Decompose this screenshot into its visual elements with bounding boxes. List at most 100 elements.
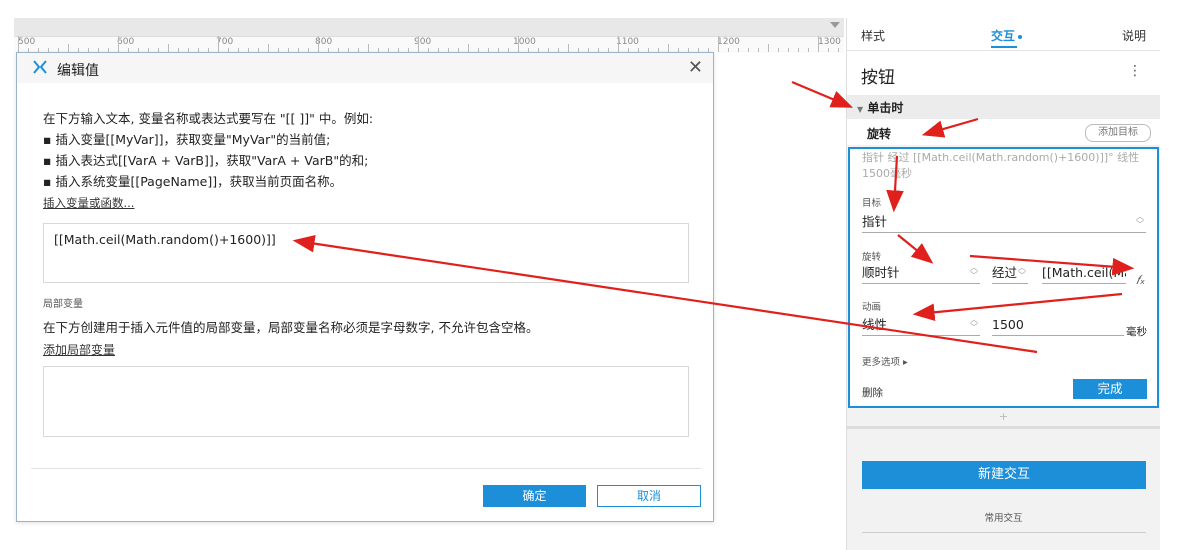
duration-input[interactable]: 1500 bbox=[992, 315, 1124, 336]
event-header[interactable]: ▼ 单击时 bbox=[847, 95, 1160, 119]
dialog-header: 编辑值 ✕ bbox=[17, 53, 713, 83]
panel-separator bbox=[847, 426, 1160, 429]
select-arrows-icon: ︿ ﹀ bbox=[970, 315, 978, 332]
ruler-tick-label: 1000 bbox=[513, 37, 536, 47]
common-interactions-divider bbox=[862, 532, 1146, 533]
right-inspector-panel: 样式 交互 说明 按钮 ⋮ ▼ 单击时 旋转 添加目标 指针 经过 [[Math… bbox=[846, 18, 1160, 550]
expression-input[interactable]: [[Math.ceil(Math.random()+1600)]] bbox=[43, 223, 689, 283]
local-vars-description: 在下方创建用于插入元件值的局部变量，局部变量名称必须是字母数字, 不允许包含空格… bbox=[43, 320, 539, 335]
ruler-tick bbox=[68, 44, 69, 52]
ruler-tick bbox=[728, 48, 729, 52]
ruler-top-bar bbox=[14, 18, 844, 36]
event-label: 单击时 bbox=[867, 101, 904, 115]
tab-interaction[interactable]: 交互 bbox=[991, 27, 1023, 44]
ruler-tick bbox=[518, 36, 519, 52]
panel-tabs: 样式 交互 说明 bbox=[847, 18, 1160, 51]
ruler-tick bbox=[368, 44, 369, 52]
ruler-tick-label: 900 bbox=[414, 37, 432, 47]
active-dot-icon bbox=[1018, 34, 1023, 39]
easing-select[interactable]: 线性 ︿ ﹀ bbox=[862, 315, 980, 336]
select-arrows-icon: ︿ ﹀ bbox=[1018, 263, 1026, 280]
ruler-tick bbox=[758, 48, 759, 52]
tab-style[interactable]: 样式 bbox=[861, 27, 885, 44]
angle-input[interactable]: [[Math.ceil(Math.random()+1600)]]° bbox=[1042, 263, 1126, 284]
ruler-tick-label: 1300 bbox=[818, 37, 841, 47]
target-select[interactable]: 指针 ︿ ﹀ bbox=[862, 212, 1146, 233]
select-arrows-icon: ︿ ﹀ bbox=[1136, 212, 1144, 229]
add-action-plus-icon[interactable]: + bbox=[847, 410, 1160, 426]
ruler-tick-label: 1100 bbox=[616, 37, 639, 47]
canvas-ruler: 500 600 700 800 900 1000 1100 1200 1300 bbox=[14, 18, 844, 53]
more-options-toggle[interactable]: 更多选项 ▸ bbox=[862, 354, 908, 368]
common-interactions-label: 常用交互 bbox=[984, 513, 1023, 524]
collapse-triangle-icon: ▼ bbox=[857, 105, 864, 114]
done-button[interactable]: 完成 bbox=[1073, 379, 1147, 399]
more-options-icon[interactable]: ⋮ bbox=[1128, 63, 1142, 79]
ruler-tick bbox=[268, 44, 269, 52]
target-label: 目标 bbox=[862, 198, 882, 209]
add-target-button[interactable]: 添加目标 bbox=[1085, 124, 1151, 142]
ruler-tick bbox=[168, 44, 169, 52]
direction-select[interactable]: 顺时针 ︿ ﹀ bbox=[862, 263, 980, 284]
ruler-tick bbox=[718, 36, 719, 52]
action-summary: 指针 经过 [[Math.ceil(Math.random()+1600)]]°… bbox=[862, 151, 1140, 180]
event-title: ▼ 单击时 bbox=[857, 99, 903, 116]
ruler-tick bbox=[838, 48, 839, 52]
new-interaction-button[interactable]: 新建交互 bbox=[862, 461, 1146, 489]
ruler-tick-label: 500 bbox=[18, 37, 36, 47]
ruler-tick bbox=[568, 44, 569, 52]
instructions: 在下方输入文本, 变量名称或表达式要写在 "[[ ]]" 中。例如: ▪ 插入变… bbox=[43, 108, 373, 192]
close-icon[interactable]: ✕ bbox=[688, 57, 703, 78]
ruler-tick bbox=[798, 48, 799, 52]
ruler-tick bbox=[418, 36, 419, 52]
widget-name[interactable]: 按钮 bbox=[861, 63, 895, 88]
app-logo-icon bbox=[33, 60, 47, 78]
ruler-tick bbox=[778, 48, 779, 52]
ruler-tick bbox=[818, 36, 819, 52]
ruler-tick bbox=[468, 44, 469, 52]
mode-select[interactable]: 经过 ︿ ﹀ bbox=[992, 263, 1028, 284]
target-value: 指针 bbox=[862, 214, 888, 229]
mode-value: 经过 bbox=[992, 265, 1018, 280]
delete-button[interactable]: 删除 bbox=[862, 385, 883, 400]
select-arrows-icon: ︿ ﹀ bbox=[970, 263, 978, 280]
widget-header: 按钮 ⋮ bbox=[847, 51, 1160, 95]
ruler-tick bbox=[808, 48, 809, 52]
ruler-tick bbox=[318, 36, 319, 52]
ruler-tick bbox=[218, 36, 219, 52]
ruler-tick bbox=[668, 44, 669, 52]
ruler-tick bbox=[748, 48, 749, 52]
dialog-title: 编辑值 bbox=[57, 63, 99, 79]
direction-value: 顺时针 bbox=[862, 265, 900, 280]
instruction-line: 在下方输入文本, 变量名称或表达式要写在 "[[ ]]" 中。例如: bbox=[43, 111, 374, 126]
tab-interaction-label: 交互 bbox=[991, 29, 1016, 43]
add-local-variable-link[interactable]: 添加局部变量 bbox=[43, 341, 115, 358]
ruler-caret-icon[interactable] bbox=[830, 22, 840, 28]
duration-unit: 毫秒 bbox=[1126, 326, 1147, 338]
function-fx-icon[interactable]: 𝑓ₓ bbox=[1136, 273, 1145, 288]
action-editor: 指针 经过 [[Math.ceil(Math.random()+1600)]]°… bbox=[848, 147, 1159, 408]
dialog-divider bbox=[31, 468, 701, 469]
cancel-button[interactable]: 取消 bbox=[597, 485, 701, 507]
local-vars-list[interactable] bbox=[43, 366, 689, 437]
instruction-line: ▪ 插入表达式[[VarA + VarB]]，获取"VarA + VarB"的和… bbox=[43, 153, 369, 168]
action-title: 旋转 bbox=[867, 127, 892, 141]
local-vars-label: 局部变量 bbox=[43, 299, 83, 310]
animation-label: 动画 bbox=[862, 302, 882, 313]
ruler-tick-label: 1200 bbox=[717, 37, 740, 47]
ruler-tick bbox=[18, 36, 19, 52]
tab-notes[interactable]: 说明 bbox=[1122, 27, 1146, 44]
ruler-tick bbox=[828, 48, 829, 52]
annotation-arrow bbox=[791, 80, 854, 108]
instruction-line: ▪ 插入变量[[MyVar]]，获取变量"MyVar"的当前值; bbox=[43, 132, 331, 147]
edit-value-dialog: 编辑值 ✕ 在下方输入文本, 变量名称或表达式要写在 "[[ ]]" 中。例如:… bbox=[16, 52, 714, 522]
easing-value: 线性 bbox=[862, 317, 888, 332]
ruler-tick bbox=[738, 48, 739, 52]
insert-variable-link[interactable]: 插入变量或函数... bbox=[43, 195, 134, 211]
action-row[interactable]: 旋转 添加目标 bbox=[847, 119, 1160, 145]
ok-button[interactable]: 确定 bbox=[483, 485, 586, 507]
ruler-tick bbox=[788, 48, 789, 52]
rotate-label: 旋转 bbox=[862, 252, 882, 263]
ruler-tick bbox=[618, 36, 619, 52]
tab-underline bbox=[991, 46, 1017, 48]
